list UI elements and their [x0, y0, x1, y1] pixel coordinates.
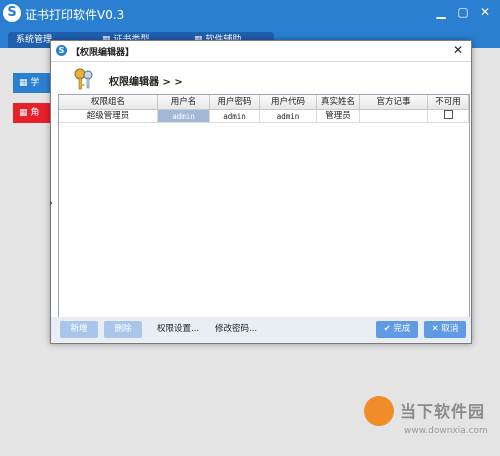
finish-button[interactable]: ✔ 完成: [376, 321, 418, 338]
app-title: 证书打印软件V0.3: [25, 8, 125, 22]
grid-icon: ▦: [19, 78, 31, 88]
cell-disabled[interactable]: [428, 110, 469, 123]
permission-editor-dialog: S 【权限编辑器】 ✕ 权限编辑器 > > 权限组名 用户名 用户密码 用户代码…: [50, 40, 472, 344]
grid-icon: ▦: [19, 108, 31, 118]
minimize-icon[interactable]: ▁: [432, 4, 450, 20]
app-titlebar: S 证书打印软件V0.3 ▁ ▢ ✕: [0, 0, 500, 28]
cell-code[interactable]: admin: [260, 110, 317, 123]
column-header-username[interactable]: 用户名: [158, 95, 210, 110]
dialog-heading: 权限编辑器 > >: [109, 77, 183, 88]
column-header-disabled[interactable]: 不可用: [428, 95, 469, 110]
column-header-code[interactable]: 用户代码: [260, 95, 317, 110]
side-button-1[interactable]: ▦ 学: [13, 73, 53, 93]
add-button[interactable]: 新增: [60, 321, 98, 338]
cell-realname[interactable]: 管理员: [317, 110, 360, 123]
change-password-link[interactable]: 修改密码...: [215, 321, 257, 338]
app-logo-icon: S: [3, 4, 21, 22]
side-button-label: 学: [30, 78, 40, 88]
check-icon: ✔: [383, 324, 394, 334]
cancel-label: 取消: [441, 324, 459, 334]
tab-label: 系统管理: [16, 35, 53, 45]
watermark-brand: 当下软件园: [400, 402, 486, 421]
close-icon[interactable]: ✕: [451, 43, 465, 57]
column-header-group[interactable]: 权限组名: [59, 95, 158, 110]
column-header-note[interactable]: 官方记事: [360, 95, 428, 110]
chevron-right-icon[interactable]: ›: [49, 198, 53, 209]
dialog-footer: 新增 删除 权限设置... 修改密码... ✔ 完成 ✕ 取消: [51, 317, 471, 343]
dialog-titlebar: S 【权限编辑器】 ✕: [51, 41, 471, 62]
permission-settings-link[interactable]: 权限设置...: [157, 321, 199, 338]
watermark: 当下软件园 www.downxia.com: [360, 390, 500, 456]
column-header-realname[interactable]: 真实姓名: [317, 95, 360, 110]
dialog-header: 权限编辑器 > >: [51, 62, 471, 95]
watermark-logo-icon: [364, 396, 394, 426]
side-button-2[interactable]: ▦ 角: [13, 103, 53, 123]
cancel-button[interactable]: ✕ 取消: [424, 321, 466, 338]
dialog-title: 【权限编辑器】: [71, 48, 135, 58]
column-header-password[interactable]: 用户密码: [210, 95, 260, 110]
maximize-icon[interactable]: ▢: [454, 4, 472, 20]
close-icon[interactable]: ✕: [476, 4, 494, 20]
cell-password[interactable]: admin: [210, 110, 260, 123]
disabled-checkbox[interactable]: [443, 110, 453, 119]
user-table: 权限组名 用户名 用户密码 用户代码 真实姓名 官方记事 不可用 超级管理员 a…: [58, 94, 470, 318]
cell-username[interactable]: admin: [158, 110, 210, 123]
finish-label: 完成: [393, 324, 411, 334]
side-button-label: 角: [30, 108, 40, 118]
close-icon: ✕: [431, 324, 442, 334]
delete-button[interactable]: 删除: [104, 321, 142, 338]
dialog-logo-icon: S: [56, 45, 67, 56]
watermark-url: www.downxia.com: [404, 426, 488, 436]
keys-icon: [74, 68, 93, 90]
cell-note[interactable]: [360, 110, 428, 123]
cell-group[interactable]: 超级管理员: [59, 110, 158, 123]
